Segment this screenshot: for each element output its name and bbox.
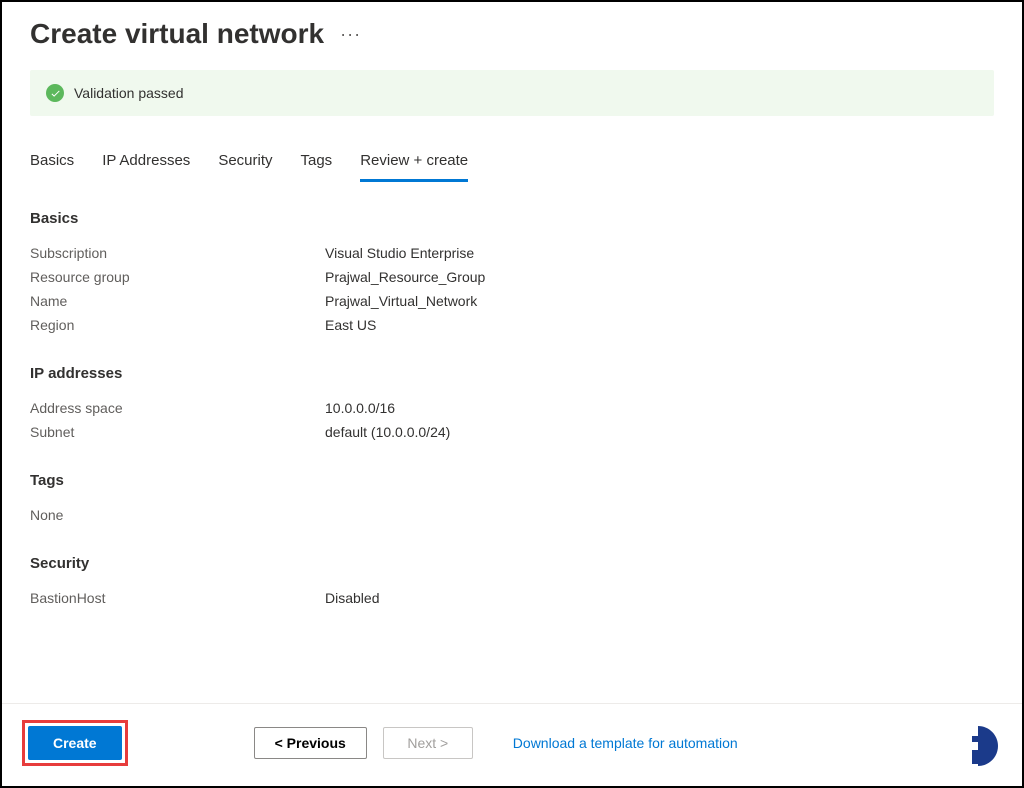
tab-tags[interactable]: Tags	[301, 152, 333, 182]
section-security: Security BastionHost Disabled	[30, 555, 994, 606]
section-title-basics: Basics	[30, 210, 994, 227]
section-tags: Tags None	[30, 472, 994, 523]
create-button[interactable]: Create	[28, 726, 122, 760]
section-basics: Basics Subscription Visual Studio Enterp…	[30, 210, 994, 333]
label-resource-group: Resource group	[30, 269, 325, 285]
value-name: Prajwal_Virtual_Network	[325, 293, 477, 309]
download-template-link[interactable]: Download a template for automation	[513, 735, 738, 751]
value-address-space: 10.0.0.0/16	[325, 400, 395, 416]
tab-ip-addresses[interactable]: IP Addresses	[102, 152, 190, 182]
more-icon[interactable]: ···	[340, 24, 361, 45]
section-ip-addresses: IP addresses Address space 10.0.0.0/16 S…	[30, 365, 994, 440]
tab-security[interactable]: Security	[218, 152, 272, 182]
review-content: Basics Subscription Visual Studio Enterp…	[2, 210, 1022, 680]
table-row: Address space 10.0.0.0/16	[30, 400, 994, 416]
section-title-ip: IP addresses	[30, 365, 994, 382]
wizard-footer: Create < Previous Next > Download a temp…	[2, 703, 1022, 786]
table-row: Resource group Prajwal_Resource_Group	[30, 269, 994, 285]
tab-basics[interactable]: Basics	[30, 152, 74, 182]
value-bastion-host: Disabled	[325, 590, 379, 606]
table-row: Subscription Visual Studio Enterprise	[30, 245, 994, 261]
table-row: Subnet default (10.0.0.0/24)	[30, 424, 994, 440]
value-subnet: default (10.0.0.0/24)	[325, 424, 450, 440]
table-row: Region East US	[30, 317, 994, 333]
section-title-tags: Tags	[30, 472, 994, 489]
label-address-space: Address space	[30, 400, 325, 416]
label-bastion-host: BastionHost	[30, 590, 325, 606]
wizard-tabs: Basics IP Addresses Security Tags Review…	[2, 152, 1022, 182]
next-button: Next >	[383, 727, 473, 759]
value-subscription: Visual Studio Enterprise	[325, 245, 474, 261]
label-subscription: Subscription	[30, 245, 325, 261]
previous-button[interactable]: < Previous	[254, 727, 367, 759]
table-row: Name Prajwal_Virtual_Network	[30, 293, 994, 309]
tab-review-create[interactable]: Review + create	[360, 152, 468, 182]
value-region: East US	[325, 317, 376, 333]
checkmark-icon	[46, 84, 64, 102]
brand-logo	[954, 722, 1002, 770]
tags-none: None	[30, 507, 994, 523]
label-name: Name	[30, 293, 325, 309]
label-region: Region	[30, 317, 325, 333]
page-title: Create virtual network	[30, 18, 324, 50]
section-title-security: Security	[30, 555, 994, 572]
label-subnet: Subnet	[30, 424, 325, 440]
value-resource-group: Prajwal_Resource_Group	[325, 269, 485, 285]
validation-text: Validation passed	[74, 85, 183, 101]
validation-banner: Validation passed	[30, 70, 994, 116]
page-header: Create virtual network ···	[2, 2, 1022, 58]
create-button-highlight: Create	[22, 720, 128, 766]
table-row: BastionHost Disabled	[30, 590, 994, 606]
